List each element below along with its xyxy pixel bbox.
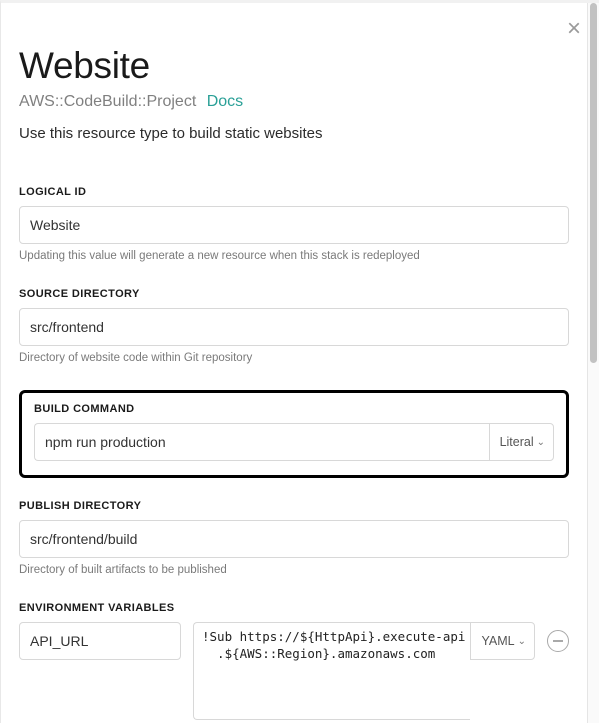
logical-id-input[interactable] xyxy=(19,206,569,244)
field-build-command: BUILD COMMAND Literal ⌄ xyxy=(34,403,554,461)
env-var-type-label: YAML xyxy=(481,634,514,648)
remove-env-var-button[interactable] xyxy=(547,630,569,652)
minus-icon xyxy=(553,640,563,642)
source-directory-label: SOURCE DIRECTORY xyxy=(19,288,569,300)
build-command-input-group: Literal ⌄ xyxy=(34,423,554,461)
environment-variables-label: ENVIRONMENT VARIABLES xyxy=(19,602,569,614)
chevron-down-icon: ⌄ xyxy=(518,636,526,647)
env-var-value-wrap: YAML ⌄ xyxy=(193,622,535,720)
publish-directory-label: PUBLISH DIRECTORY xyxy=(19,500,569,512)
build-command-label: BUILD COMMAND xyxy=(34,403,554,415)
env-var-key-input[interactable] xyxy=(19,622,181,660)
docs-link[interactable]: Docs xyxy=(207,93,243,110)
field-logical-id: LOGICAL ID Updating this value will gene… xyxy=(19,186,569,262)
page-title: Website xyxy=(19,45,569,87)
build-command-highlight: BUILD COMMAND Literal ⌄ xyxy=(19,390,569,478)
env-var-type-select[interactable]: YAML ⌄ xyxy=(470,622,535,660)
scrollbar-thumb[interactable] xyxy=(590,3,597,363)
publish-directory-input[interactable] xyxy=(19,520,569,558)
resource-description: Use this resource type to build static w… xyxy=(19,125,569,142)
chevron-down-icon: ⌄ xyxy=(537,437,545,448)
scrollbar-track[interactable] xyxy=(587,3,599,723)
field-source-directory: SOURCE DIRECTORY Directory of website co… xyxy=(19,288,569,364)
source-directory-help: Directory of website code within Git rep… xyxy=(19,352,569,364)
env-var-row: YAML ⌄ xyxy=(19,622,569,720)
build-command-input[interactable] xyxy=(34,423,489,461)
resource-type-label: AWS::CodeBuild::Project xyxy=(19,93,196,110)
source-directory-input[interactable] xyxy=(19,308,569,346)
field-publish-directory: PUBLISH DIRECTORY Directory of built art… xyxy=(19,500,569,576)
build-command-type-select[interactable]: Literal ⌄ xyxy=(489,423,554,461)
resource-panel: Website AWS::CodeBuild::Project Docs Use… xyxy=(1,3,587,720)
close-icon[interactable]: × xyxy=(567,17,581,41)
env-var-value-input[interactable] xyxy=(193,622,470,720)
logical-id-help: Updating this value will generate a new … xyxy=(19,250,569,262)
field-environment-variables: ENVIRONMENT VARIABLES YAML ⌄ xyxy=(19,602,569,720)
logical-id-label: LOGICAL ID xyxy=(19,186,569,198)
publish-directory-help: Directory of built artifacts to be publi… xyxy=(19,564,569,576)
build-command-type-label: Literal xyxy=(500,435,534,449)
subtitle-row: AWS::CodeBuild::Project Docs xyxy=(19,93,569,111)
